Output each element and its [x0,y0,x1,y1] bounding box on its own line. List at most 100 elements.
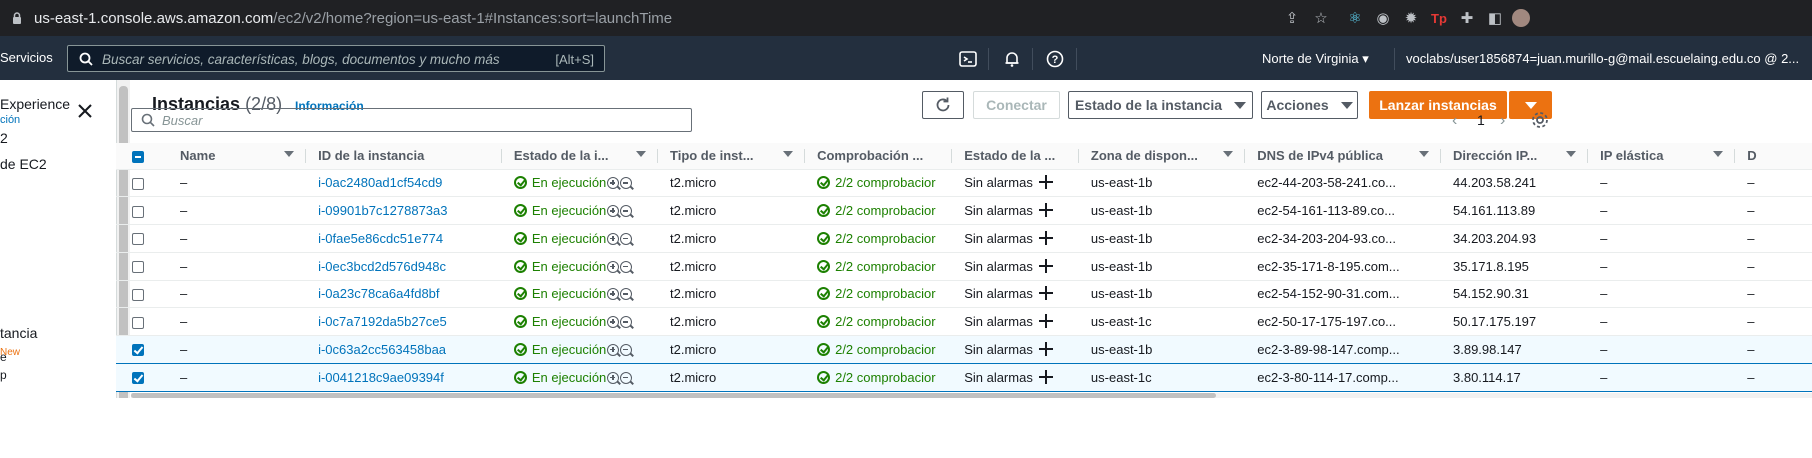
cloudshell-icon[interactable] [958,49,978,69]
global-search-input[interactable]: Buscar servicios, características, blogs… [67,45,605,72]
sort-icon[interactable] [783,151,794,157]
row-checkbox[interactable] [132,261,144,274]
add-alarm-icon[interactable] [1038,369,1053,384]
instance-id-link[interactable]: i-0041218c9ae09394f [318,370,444,385]
extension-tp-icon[interactable]: Tp [1430,9,1448,27]
instance-id-cell[interactable]: i-09901b7c1278873a3 [306,197,502,225]
launch-instances-button[interactable]: Lanzar instancias [1369,91,1507,119]
row-checkbox[interactable] [132,288,144,301]
add-alarm-icon[interactable] [1038,286,1053,301]
notifications-bell-icon[interactable] [1002,49,1022,69]
instance-id-link[interactable]: i-0c7a7192da5b27ce5 [318,314,447,329]
zoom-out-icon[interactable] [620,260,633,273]
column-header[interactable]: ID de la instancia [306,143,502,169]
add-alarm-icon[interactable] [1038,230,1053,245]
column-header[interactable]: DNS de IPv4 pública [1245,143,1441,169]
row-checkbox[interactable] [132,344,144,357]
row-select-cell[interactable] [116,336,168,364]
column-header[interactable]: IP elástica [1588,143,1736,169]
table-row[interactable]: – i-0ac2480ad1cf54cd9 En ejecución t2.micro… [116,169,1812,197]
instance-id-link[interactable]: i-0fae5e86cdc51e774 [318,231,443,246]
add-alarm-icon[interactable] [1038,203,1053,218]
sort-icon[interactable] [636,151,646,157]
column-header[interactable]: Comprobación ... [805,143,953,169]
connect-button[interactable]: Conectar [973,91,1060,119]
select-all-checkbox[interactable] [132,150,144,163]
zoom-out-icon[interactable] [620,205,633,218]
instance-id-cell[interactable]: i-0ec3bcd2d576d948c [306,252,502,280]
close-icon[interactable] [76,102,94,120]
row-select-cell[interactable] [116,197,168,225]
zoom-in-icon[interactable] [607,288,620,301]
preferences-gear-icon[interactable] [1531,111,1549,134]
refresh-button[interactable] [922,91,964,119]
services-menu[interactable]: Servicios [0,50,53,65]
row-select-cell[interactable] [116,252,168,280]
add-alarm-icon[interactable] [1038,258,1053,273]
zoom-out-icon[interactable] [620,177,633,190]
zoom-in-icon[interactable] [607,316,620,329]
instance-search-input[interactable]: Buscar [131,108,692,132]
row-checkbox[interactable] [132,177,144,190]
instance-id-link[interactable]: i-0a23c78ca6a4fd8bf [318,286,439,301]
row-select-cell[interactable] [116,225,168,253]
table-row[interactable]: – i-0c63a2cc563458baa En ejecución t2.micro… [116,335,1812,364]
column-header[interactable]: Estado de la i... [502,143,658,169]
side-panel-icon[interactable]: ◧ [1486,9,1504,27]
instance-id-cell[interactable]: i-0a23c78ca6a4fd8bf [306,280,502,308]
table-row[interactable]: – i-0041218c9ae09394f En ejecución t2.micro… [116,363,1812,391]
zoom-in-icon[interactable] [607,205,620,218]
instance-id-cell[interactable]: i-0041218c9ae09394f [306,363,502,391]
row-select-cell[interactable] [116,363,168,391]
sort-icon[interactable] [1713,151,1724,157]
zoom-out-icon[interactable] [620,343,633,356]
zoom-out-icon[interactable] [620,288,633,301]
react-devtools-icon[interactable]: ⚛ [1346,9,1364,27]
zoom-in-icon[interactable] [607,343,620,356]
share-icon[interactable]: ⇪ [1283,9,1301,27]
row-checkbox[interactable] [132,372,144,385]
account-menu[interactable]: voclabs/user1856874=juan.murillo-g@mail.… [1406,51,1799,66]
zoom-out-icon[interactable] [620,371,633,384]
profile-avatar-icon[interactable] [1512,9,1530,27]
sort-icon[interactable] [1223,151,1234,157]
sort-icon[interactable] [1419,151,1429,157]
instance-id-link[interactable]: i-09901b7c1278873a3 [318,203,447,218]
zoom-in-icon[interactable] [607,371,620,384]
previous-page-icon[interactable]: ‹ [1452,112,1457,130]
column-header[interactable]: Name [168,143,307,169]
zoom-in-icon[interactable] [607,232,620,245]
sidebar-item[interactable]: p [0,368,7,382]
page-number[interactable]: 1 [1477,112,1485,128]
actions-button[interactable]: Acciones [1261,91,1358,119]
table-row[interactable]: – i-0c7a7192da5b27ce5 En ejecución t2.micro… [116,308,1812,336]
select-all-cell[interactable] [116,143,168,169]
zoom-out-icon[interactable] [620,232,633,245]
zoom-out-icon[interactable] [620,316,633,329]
table-row[interactable]: – i-0ec3bcd2d576d948c En ejecución t2.micro… [116,252,1812,280]
instance-id-cell[interactable]: i-0fae5e86cdc51e774 [306,225,502,253]
column-header[interactable]: Zona de dispon... [1079,143,1246,169]
instance-id-link[interactable]: i-0c63a2cc563458baa [318,342,446,357]
add-alarm-icon[interactable] [1038,341,1053,356]
row-select-cell[interactable] [116,280,168,308]
add-alarm-icon[interactable] [1038,175,1053,190]
sort-icon[interactable] [1566,151,1577,157]
row-checkbox[interactable] [132,233,144,246]
instance-id-link[interactable]: i-0ec3bcd2d576d948c [318,259,446,274]
sidebar-item[interactable]: e [0,350,7,364]
row-select-cell[interactable] [116,169,168,197]
region-selector[interactable]: Norte de Virginia ▾ [1262,51,1369,67]
zoom-in-icon[interactable] [607,260,620,273]
help-icon[interactable]: ? [1045,49,1065,69]
column-header[interactable]: Estado de la ... [952,143,1079,169]
zoom-in-icon[interactable] [607,177,620,190]
address-field[interactable]: us-east-1.console.aws.amazon.com/ec2/v2/… [34,10,672,27]
instance-state-button[interactable]: Estado de la instancia [1068,91,1253,119]
extensions-puzzle-icon[interactable]: ✚ [1458,9,1476,27]
sidebar-item[interactable]: de EC2 [0,156,47,172]
add-alarm-icon[interactable] [1038,314,1053,329]
next-page-icon[interactable]: › [1500,112,1505,130]
instance-id-cell[interactable]: i-0c63a2cc563458baa [306,336,502,364]
row-checkbox[interactable] [132,316,144,329]
